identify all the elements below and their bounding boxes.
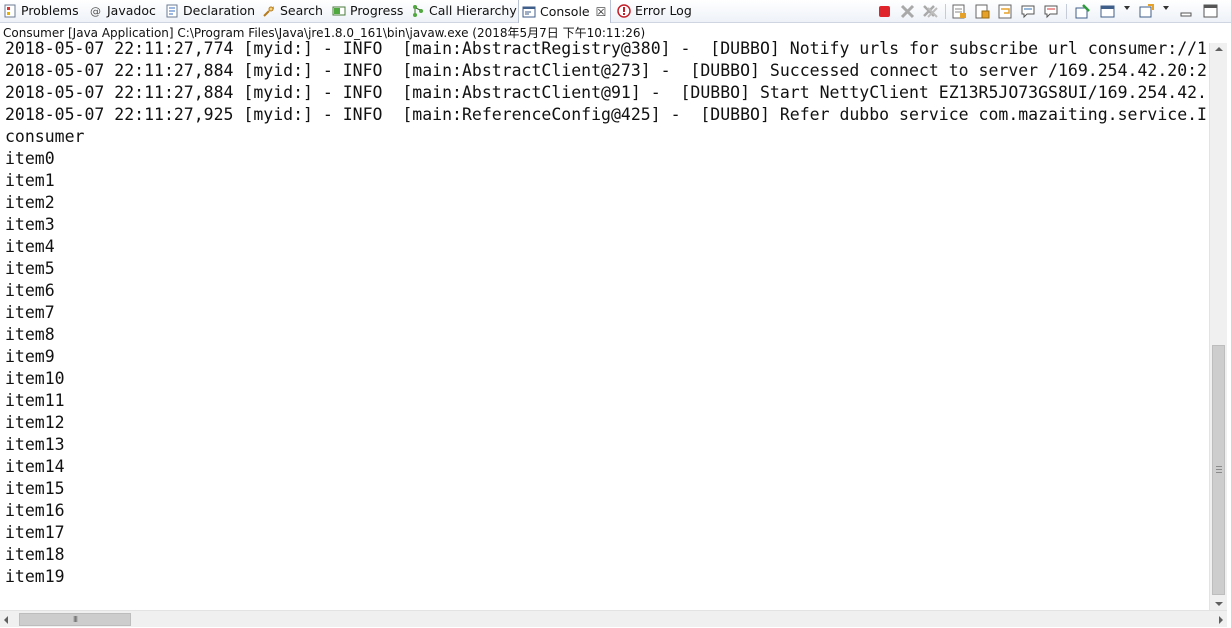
progress-icon [332, 6, 346, 16]
tab-label: Progress [350, 3, 404, 18]
remove-launch-icon[interactable] [899, 3, 916, 20]
call-hierarchy-icon [413, 5, 423, 17]
console-line: item17 [5, 523, 65, 542]
toolbar-separator [945, 4, 946, 19]
scroll-lock-icon[interactable] [974, 3, 991, 20]
chevron-down-icon[interactable] [1124, 6, 1130, 10]
console-line: item8 [5, 325, 55, 344]
javadoc-icon: @ [90, 5, 101, 18]
console-line: item12 [5, 413, 65, 432]
minimize-icon[interactable] [1178, 3, 1195, 20]
close-icon[interactable]: ☒ [596, 1, 607, 23]
tab-label: Search [280, 3, 323, 18]
tab-label: Javadoc [107, 3, 156, 18]
scroll-right-icon[interactable] [1219, 616, 1223, 624]
console-line: item10 [5, 369, 65, 388]
horizontal-scrollbar[interactable]: III [0, 610, 1227, 627]
tab-label: Console [540, 3, 590, 19]
clear-console-icon[interactable] [951, 3, 968, 20]
view-tab-bar: Problems @ Javadoc Declaration Search Pr… [0, 0, 1231, 23]
console-text: 2018-05-07 22:11:27,774 [myid:] - INFO [… [5, 40, 1207, 588]
tab-search[interactable]: Search [262, 0, 323, 22]
tab-javadoc[interactable]: @ Javadoc [89, 0, 156, 22]
error-log-icon [617, 4, 631, 18]
search-icon [263, 6, 274, 17]
console-line: item0 [5, 149, 55, 168]
remove-all-terminated-icon[interactable] [922, 3, 939, 20]
tab-progress[interactable]: Progress [332, 0, 403, 22]
console-line: item3 [5, 215, 55, 234]
console-line: 2018-05-07 22:11:27,925 [myid:] - INFO [… [5, 105, 1207, 124]
console-line: item11 [5, 391, 65, 410]
tab-label: Declaration [183, 3, 256, 18]
tab-label: Problems [21, 3, 79, 18]
vertical-scrollbar[interactable] [1209, 43, 1227, 610]
console-line: item13 [5, 435, 65, 454]
tab-error-log[interactable]: Error Log [617, 0, 692, 22]
vertical-scroll-thumb[interactable] [1212, 345, 1225, 595]
console-line: item19 [5, 567, 65, 586]
scroll-up-icon[interactable] [1215, 47, 1223, 51]
maximize-icon[interactable] [1202, 3, 1219, 20]
word-wrap-icon[interactable] [997, 3, 1014, 20]
console-line: item7 [5, 303, 55, 322]
svg-text:@: @ [90, 5, 101, 18]
tab-label: Error Log [635, 3, 692, 18]
console-line: item4 [5, 237, 55, 256]
console-line: item9 [5, 347, 55, 366]
console-line: 2018-05-07 22:11:27,884 [myid:] - INFO [… [5, 83, 1207, 102]
console-line: item1 [5, 171, 55, 190]
tab-label: Call Hierarchy [429, 3, 517, 18]
scroll-down-icon[interactable] [1215, 602, 1223, 606]
console-output[interactable]: 2018-05-07 22:11:27,774 [myid:] - INFO [… [0, 40, 1209, 610]
console-line: consumer [5, 127, 85, 146]
grip-line [1216, 472, 1222, 473]
console-line: 2018-05-07 22:11:27,884 [myid:] - INFO [… [5, 61, 1207, 80]
console-line: item2 [5, 193, 55, 212]
console-line: item5 [5, 259, 55, 278]
grip-line [1216, 469, 1222, 470]
console-icon [522, 6, 536, 17]
console-line: item18 [5, 545, 65, 564]
console-line: item6 [5, 281, 55, 300]
tab-declaration[interactable]: Declaration [165, 0, 255, 22]
tab-call-hierarchy[interactable]: Call Hierarchy [411, 0, 517, 22]
problems-icon [4, 4, 16, 18]
open-console-icon[interactable] [1138, 3, 1155, 20]
tab-problems[interactable]: Problems [3, 0, 79, 22]
console-line: 2018-05-07 22:11:27,774 [myid:] - INFO [… [5, 40, 1207, 58]
grip-line [1216, 466, 1222, 467]
display-selected-console-icon[interactable] [1099, 3, 1116, 20]
show-on-stdout-icon[interactable] [1020, 3, 1037, 20]
chevron-down-icon[interactable] [1163, 6, 1169, 10]
scroll-left-icon[interactable] [4, 616, 8, 624]
show-on-stderr-icon[interactable] [1043, 3, 1060, 20]
console-line: item16 [5, 501, 65, 520]
horizontal-scroll-thumb[interactable]: III [19, 613, 131, 626]
console-line: item14 [5, 457, 65, 476]
toolbar-separator [1066, 4, 1067, 19]
terminate-icon[interactable] [876, 3, 893, 20]
tab-console[interactable]: Console ☒ [518, 0, 612, 23]
pin-console-icon[interactable] [1074, 3, 1091, 20]
declaration-icon [166, 4, 178, 18]
console-line: item15 [5, 479, 65, 498]
